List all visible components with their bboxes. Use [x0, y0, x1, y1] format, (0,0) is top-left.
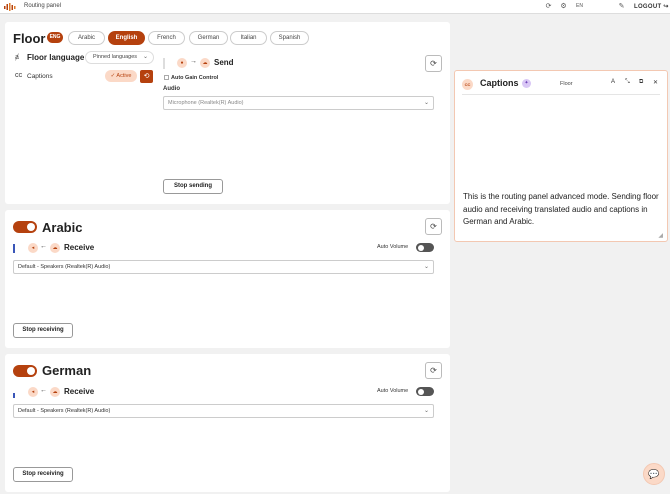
stop-sending-button[interactable]: Stop sending — [163, 179, 223, 194]
cc-icon: CC — [15, 73, 23, 79]
speaker-icon: ◂ — [28, 243, 38, 253]
top-bar: Routing panel ⟳ ⚙ EN ✎ LOGOUT ↪ — [0, 0, 670, 14]
arabic-speaker-select[interactable]: Default - Speakers (Realtek(R) Audio) ⌄ — [13, 260, 434, 274]
german-auto-volume-label: Auto Volume — [377, 388, 409, 394]
auto-gain-label: Auto Gain Control — [171, 75, 219, 81]
language-selector[interactable]: EN — [576, 3, 583, 9]
arabic-level-meter — [13, 244, 15, 253]
german-stop-receiving-button[interactable]: Stop receiving — [13, 467, 73, 482]
german-speaker-value: Default - Speakers (Realtek(R) Audio) — [18, 408, 111, 414]
auto-gain-checkbox[interactable] — [164, 75, 169, 80]
audio-label: Audio — [163, 86, 180, 92]
send-label: Send — [214, 58, 234, 67]
arabic-refresh-button[interactable]: ⟳ — [425, 218, 442, 235]
floor-card — [5, 22, 450, 204]
arrow-left-icon: ← — [40, 387, 47, 394]
german-receive-label: Receive — [64, 387, 95, 396]
collapse-icon[interactable]: ⤡ — [625, 79, 630, 86]
captions-divider — [462, 94, 660, 95]
speaker-icon: ◂ — [28, 387, 38, 397]
captions-panel: CC Captions ✦ Floor A ⤡ ⧉ ✕ This is the … — [454, 70, 668, 242]
arabic-auto-volume-toggle[interactable] — [416, 243, 434, 252]
german-refresh-button[interactable]: ⟳ — [425, 362, 442, 379]
german-toggle[interactable] — [13, 365, 37, 377]
captions-panel-title: Captions — [480, 78, 519, 88]
arabic-receive-label: Receive — [64, 243, 95, 252]
lang-pill-arabic[interactable]: Arabic — [68, 31, 105, 45]
chat-bubble-icon[interactable]: 💬 — [643, 463, 665, 485]
popout-icon[interactable]: ⧉ — [639, 79, 643, 86]
german-level-meter — [13, 393, 15, 398]
microphone-value: Microphone (Realtek(R) Audio) — [168, 100, 244, 106]
app-title: Routing panel — [24, 3, 62, 9]
app-logo-icon — [4, 3, 16, 11]
cloud-icon: ☁ — [50, 243, 60, 253]
pinned-languages-label: Pinned languages — [93, 54, 138, 60]
floor-language-label: Floor language — [27, 53, 85, 62]
arabic-auto-volume-label: Auto Volume — [377, 244, 409, 250]
arabic-stop-receiving-button[interactable]: Stop receiving — [13, 323, 73, 338]
lang-pill-english[interactable]: English — [108, 31, 145, 45]
arabic-title: Arabic — [42, 220, 83, 235]
logout-button[interactable]: LOGOUT ↪ — [634, 3, 669, 10]
captions-text: This is the routing panel advanced mode.… — [463, 192, 659, 226]
captions-active-pill[interactable]: ✓ Active — [105, 70, 137, 82]
floor-title: Floor — [13, 31, 46, 46]
arrow-right-icon: → — [190, 58, 197, 65]
lang-pill-french[interactable]: French — [148, 31, 185, 45]
chevron-down-icon: ⌄ — [142, 54, 148, 60]
cc-icon: CC — [462, 79, 473, 90]
floor-language-badge: ENG — [47, 32, 63, 43]
level-divider — [163, 58, 165, 69]
captions-source: Floor — [560, 81, 573, 87]
lang-pill-italian[interactable]: Italian — [230, 31, 267, 45]
microphone-select[interactable]: Microphone (Realtek(R) Audio) ⌄ — [163, 96, 434, 110]
pinned-languages-dropdown[interactable]: Pinned languages ⌄ — [85, 51, 154, 64]
ai-icon: ✦ — [522, 79, 531, 88]
chevron-down-icon: ⌄ — [423, 408, 429, 414]
chevron-down-icon: ⌄ — [423, 264, 429, 270]
resize-handle-icon[interactable]: ◢ — [658, 232, 663, 239]
lang-pill-german[interactable]: German — [189, 31, 228, 45]
edit-icon[interactable]: ✎ — [617, 2, 626, 11]
microphone-icon: ● — [177, 58, 187, 68]
gear-icon[interactable]: ⚙ — [559, 2, 568, 11]
arabic-toggle[interactable] — [13, 221, 37, 233]
german-title: German — [42, 363, 92, 378]
floor-refresh-button[interactable]: ⟳ — [425, 55, 442, 72]
text-size-icon[interactable]: A — [611, 79, 615, 85]
german-speaker-select[interactable]: Default - Speakers (Realtek(R) Audio) ⌄ — [13, 404, 434, 418]
german-auto-volume-toggle[interactable] — [416, 387, 434, 396]
captions-settings-button[interactable]: ⟲ — [140, 70, 153, 83]
cloud-icon: ☁ — [200, 58, 210, 68]
refresh-icon[interactable]: ⟳ — [544, 2, 553, 11]
arrow-left-icon: ← — [40, 243, 47, 250]
cloud-icon: ☁ — [50, 387, 60, 397]
arabic-speaker-value: Default - Speakers (Realtek(R) Audio) — [18, 264, 111, 270]
chevron-down-icon: ⌄ — [423, 100, 429, 106]
lang-pill-spanish[interactable]: Spanish — [270, 31, 309, 45]
captions-label: Captions — [27, 73, 53, 80]
translate-icon: ⱥ — [15, 54, 19, 61]
close-icon[interactable]: ✕ — [653, 79, 658, 86]
